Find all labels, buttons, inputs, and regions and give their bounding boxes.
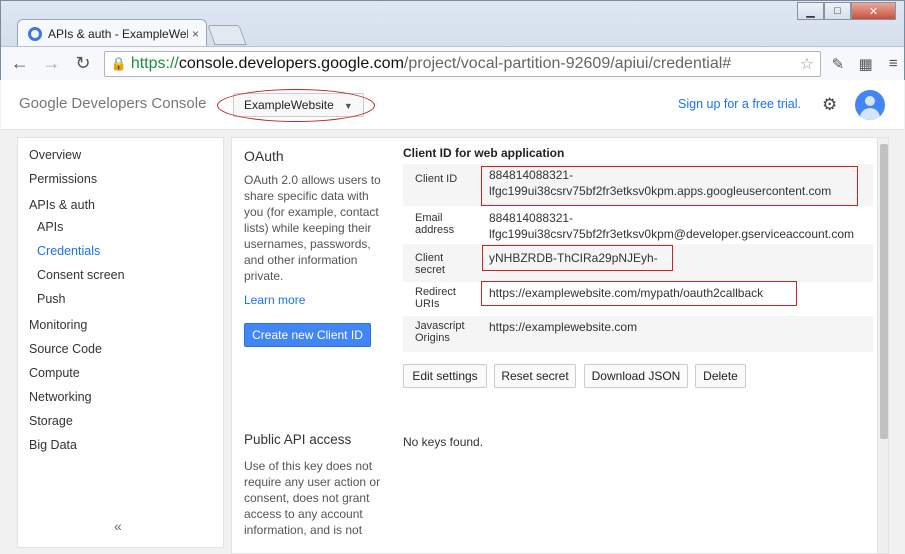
public-api-description: Use of this key does not require any use… — [244, 459, 381, 537]
sidebar-item-overview[interactable]: Overview — [29, 148, 81, 162]
sidebar-item-consent-screen[interactable]: Consent screen — [37, 268, 125, 282]
new-tab-button[interactable] — [207, 25, 247, 45]
url-path: /project/vocal-partition-92609/apiui/cre… — [403, 54, 732, 72]
email-value-line2: lfgc199ui38csrv75bf2fr3etksv0kpm@develop… — [489, 227, 855, 241]
download-json-button[interactable]: Download JSON — [584, 364, 688, 388]
address-bar[interactable]: 🔒 https:// console.developers.google.com… — [103, 50, 822, 77]
client-secret-label: Client secret — [415, 252, 445, 276]
reload-icon[interactable]: ↻ — [70, 53, 96, 74]
sidebar-item-push[interactable]: Push — [37, 292, 66, 306]
credentials-panel: OAuth OAuth 2.0 allows users to share sp… — [231, 137, 889, 554]
avatar-head — [865, 96, 875, 106]
forward-arrow-icon[interactable]: → — [39, 53, 65, 74]
scrollbar[interactable] — [877, 138, 888, 553]
redirect-uris-label: Redirect URIs — [415, 286, 456, 310]
client-row-secret: Client secret yNHBZRDB-ThCIRa29pNJEyh- — [403, 244, 873, 282]
gear-icon[interactable]: ⚙ — [822, 95, 837, 115]
extension-icon[interactable]: ✎ — [827, 55, 849, 73]
sidebar-item-source-code[interactable]: Source Code — [29, 342, 102, 356]
email-value-line1: 884814088321- — [489, 211, 574, 225]
sidebar-item-permissions[interactable]: Permissions — [29, 172, 97, 186]
javascript-origins-label: Javascript Origins — [415, 320, 465, 344]
back-arrow-icon[interactable]: ← — [7, 53, 33, 74]
redirect-uri-value: https://examplewebsite.com/mypath/oauth2… — [489, 286, 764, 300]
client-row-origins: Javascript Origins https://examplewebsit… — [403, 316, 873, 352]
browser-chrome: APIs & auth - ExampleWeb × ▁ □ ✕ ← → ↻ 🔒… — [0, 0, 905, 80]
sidebar-item-big-data[interactable]: Big Data — [29, 438, 77, 452]
oauth-title: OAuth — [244, 148, 284, 164]
hexagon-icon — [28, 26, 42, 41]
dropdown-caret-icon: ▼ — [343, 101, 353, 111]
console-logo[interactable]: Google Developers Console — [19, 95, 206, 112]
sidebar-item-apis-auth[interactable]: APIs & auth — [29, 198, 95, 212]
public-api-title: Public API access — [244, 432, 352, 447]
email-address-label: Email address — [415, 212, 455, 236]
client-row-redirect: Redirect URIs https://examplewebsite.com… — [403, 282, 873, 316]
page: Google Developers Console ExampleWebsite ▼… — [1, 80, 904, 554]
close-icon[interactable]: × — [192, 27, 199, 41]
avatar[interactable] — [855, 90, 885, 120]
browser-tab[interactable]: APIs & auth - ExampleWeb × — [17, 19, 207, 47]
sidebar-item-networking[interactable]: Networking — [29, 390, 92, 404]
oauth-description: OAuth 2.0 allows users to share specific… — [244, 173, 381, 283]
lock-icon: 🔒 — [110, 55, 127, 71]
calendar-extension-icon[interactable]: ▦ — [855, 55, 877, 73]
console-header: Google Developers Console ExampleWebsite ▼… — [1, 80, 904, 130]
javascript-origins-value: https://examplewebsite.com — [489, 320, 638, 334]
signup-link[interactable]: Sign up for a free trial. — [678, 97, 801, 111]
sidebar: Overview Permissions APIs & auth APIs Cr… — [17, 137, 224, 548]
menu-icon[interactable]: ≡ — [882, 55, 904, 72]
project-selector[interactable]: ExampleWebsite ▼ — [233, 93, 364, 117]
learn-more-link[interactable]: Learn more — [244, 293, 305, 307]
no-keys-message: No keys found. — [403, 435, 484, 449]
window-controls: ▁ □ ✕ — [797, 2, 896, 20]
sidebar-item-credentials[interactable]: Credentials — [37, 244, 100, 258]
collapse-sidebar-icon[interactable]: « — [114, 518, 122, 534]
client-id-title: Client ID for web application — [403, 146, 565, 160]
client-row-client-id: Client ID 884814088321- lfgc199ui38csrv7… — [403, 164, 873, 206]
client-row-email: Email address 884814088321- lfgc199ui38c… — [403, 208, 873, 244]
client-id-value-line2: lfgc199ui38csrv75bf2fr3etksv0kpm.apps.go… — [489, 184, 832, 198]
sidebar-item-monitoring[interactable]: Monitoring — [29, 318, 87, 332]
edit-settings-button[interactable]: Edit settings — [403, 364, 487, 388]
client-id-value-line1: 884814088321- — [489, 168, 574, 182]
project-name: ExampleWebsite — [244, 98, 334, 112]
client-secret-value: yNHBZRDB-ThCIRa29pNJEyh- — [489, 251, 658, 265]
bookmark-star-icon[interactable]: ☆ — [800, 54, 814, 74]
client-id-label: Client ID — [415, 173, 458, 185]
tab-title: APIs & auth - ExampleWeb — [48, 26, 188, 41]
browser-toolbar: ← → ↻ 🔒 https:// console.developers.goog… — [1, 46, 904, 80]
sidebar-item-storage[interactable]: Storage — [29, 414, 73, 428]
minimize-button[interactable]: ▁ — [797, 2, 824, 20]
reset-secret-button[interactable]: Reset secret — [494, 364, 576, 388]
create-client-id-button[interactable]: Create new Client ID — [244, 323, 371, 347]
sidebar-item-apis[interactable]: APIs — [37, 220, 63, 234]
avatar-body — [860, 108, 880, 120]
url-scheme: https:// — [130, 54, 179, 72]
url-host: console.developers.google.com — [178, 54, 404, 72]
scroll-thumb[interactable] — [880, 144, 888, 439]
delete-button[interactable]: Delete — [695, 364, 746, 388]
maximize-button[interactable]: □ — [824, 2, 851, 20]
close-window-button[interactable]: ✕ — [851, 2, 896, 20]
sidebar-item-compute[interactable]: Compute — [29, 366, 80, 380]
